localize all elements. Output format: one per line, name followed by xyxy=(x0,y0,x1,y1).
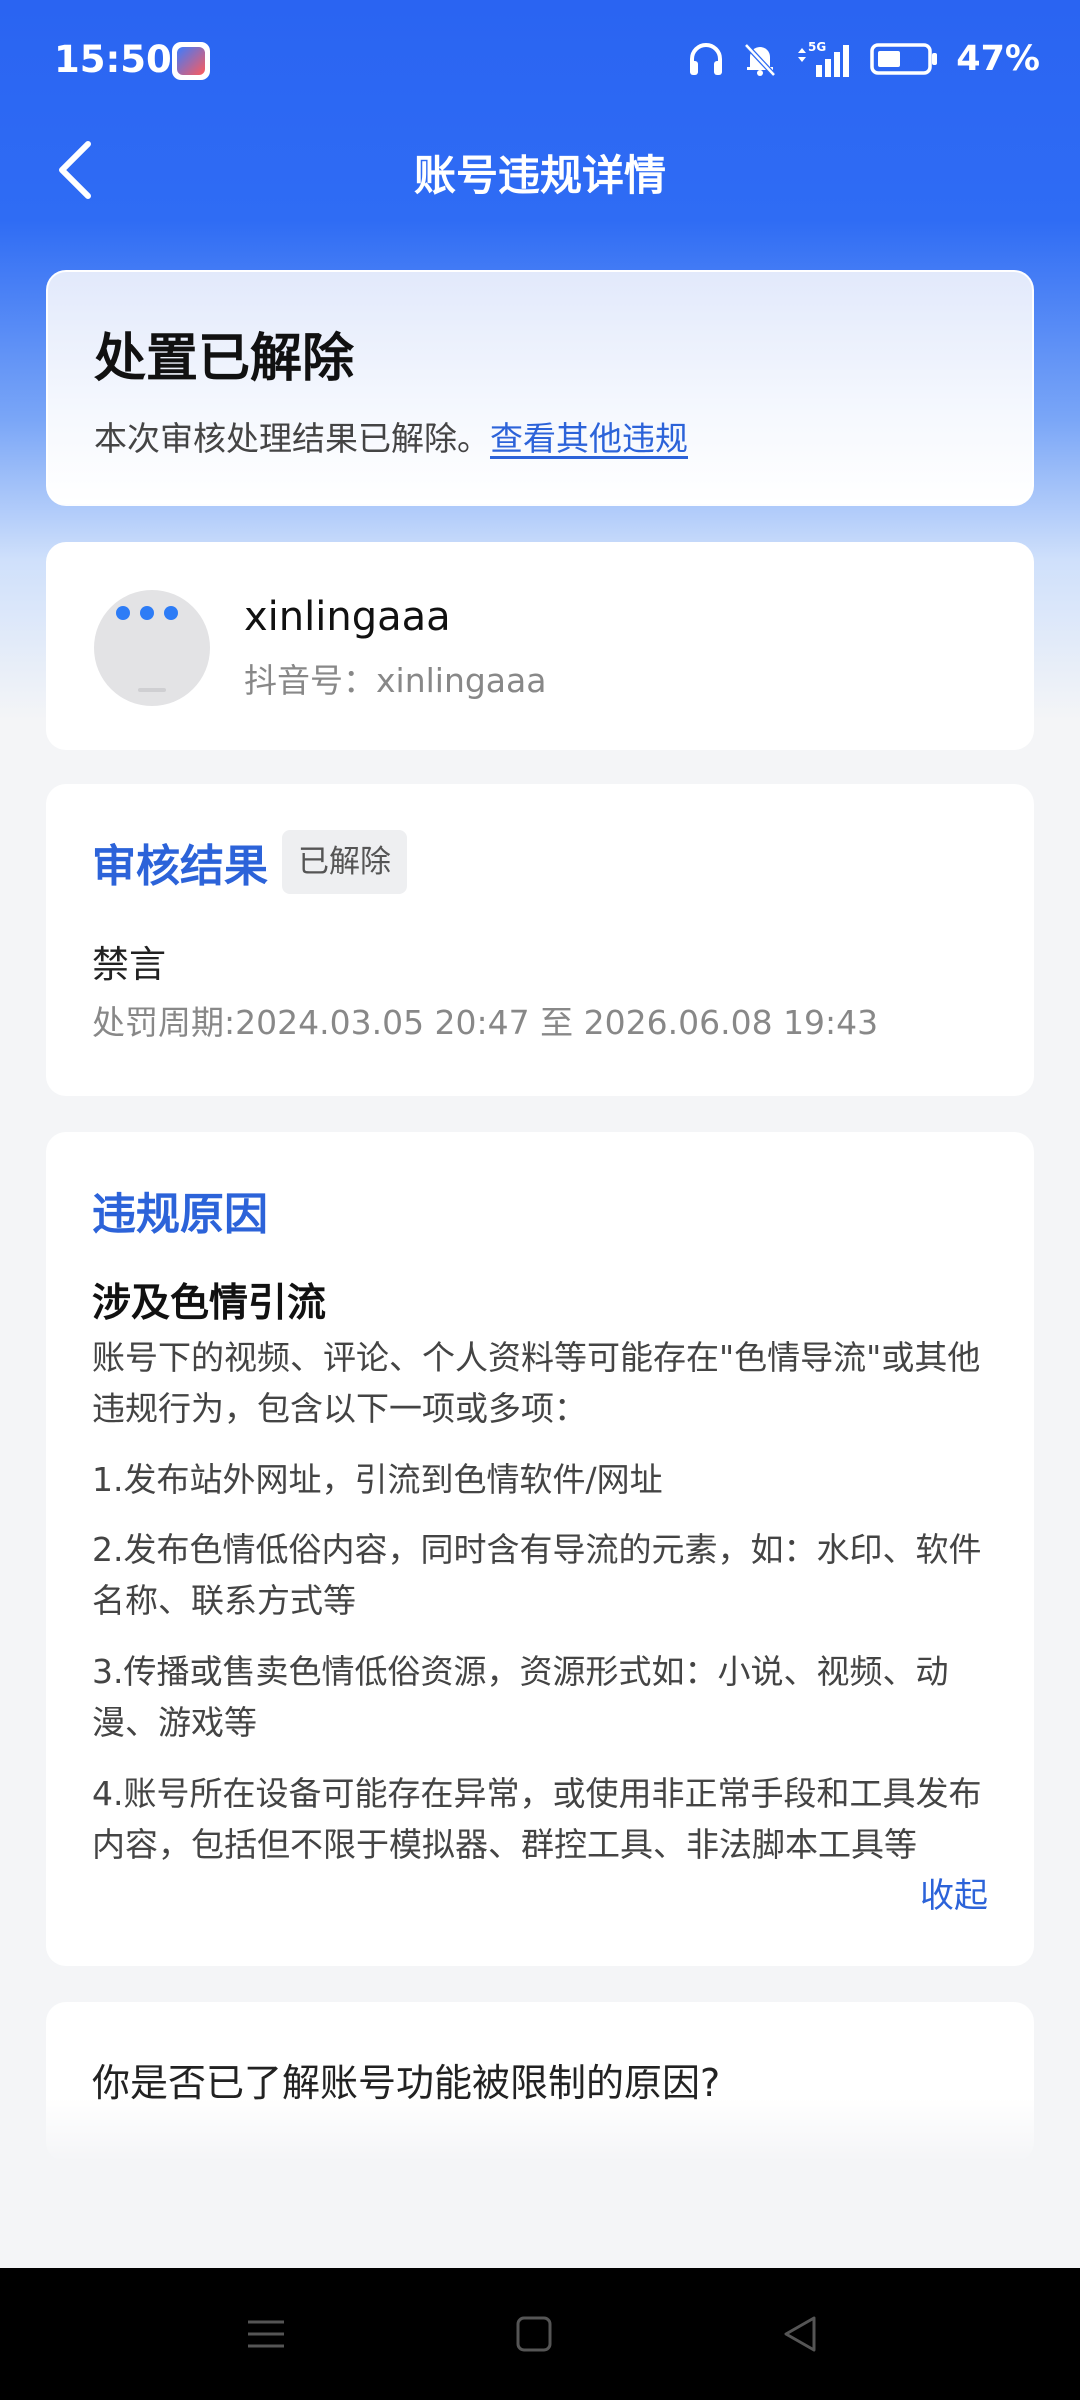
violation-item-4: 4.账号所在设备可能存在异常，或使用非正常手段和工具发布内容，包括但不限于模拟器… xyxy=(92,1774,982,1864)
bell-muted-icon xyxy=(744,43,777,77)
system-nav-bar xyxy=(0,2268,1080,2400)
title-bar: 账号违规详情 xyxy=(0,124,1080,216)
status-icons: 5G 47% xyxy=(686,36,1040,82)
collapse-button[interactable]: 收起 xyxy=(920,1868,988,1917)
signal-5g-icon: 5G xyxy=(798,40,850,77)
svg-text:5G: 5G xyxy=(808,40,826,54)
banner-description: 本次审核处理结果已解除。查看其他违规 xyxy=(94,412,688,460)
page-title: 账号违规详情 xyxy=(413,151,666,200)
banner-title: 处置已解除 xyxy=(94,329,355,389)
battery-percentage: 47% xyxy=(956,39,1040,79)
review-result-card: 审核结果 已解除 禁言 处罚周期:2024.03.05 20:47 至 2026… xyxy=(46,784,1034,1096)
back-triangle-icon[interactable] xyxy=(770,2304,830,2364)
violation-intro: 账号下的视频、评论、个人资料等可能存在"色情导流"或其他违规行为，包含以下一项或… xyxy=(92,1338,981,1428)
question-text: 你是否已了解账号功能被限制的原因? xyxy=(92,2061,721,2105)
violation-reason-title: 违规原因 xyxy=(92,1189,268,1240)
app-notification-icon xyxy=(172,42,210,80)
status-badge: 已解除 xyxy=(282,830,407,894)
battery-icon xyxy=(870,43,938,75)
username: xinlingaaa xyxy=(244,594,451,640)
headphones-icon xyxy=(690,43,723,75)
violation-reason-card: 违规原因 涉及色情引流 账号下的视频、评论、个人资料等可能存在"色情导流"或其他… xyxy=(46,1132,1034,1966)
question-card[interactable]: 你是否已了解账号功能被限制的原因? xyxy=(46,2002,1034,2162)
home-square-icon[interactable] xyxy=(504,2304,564,2364)
status-banner-card: 处置已解除 本次审核处理结果已解除。查看其他违规 xyxy=(46,270,1034,506)
violation-item-3: 3.传播或售卖色情低俗资源，资源形式如：小说、视频、动漫、游戏等 xyxy=(92,1652,949,1742)
penalty-type: 禁言 xyxy=(92,943,166,986)
violation-item-1: 1.发布站外网址，引流到色情软件/网址 xyxy=(92,1460,663,1499)
menu-icon[interactable] xyxy=(236,2304,296,2364)
user-card: xinlingaaa 抖音号：xinlingaaa xyxy=(46,542,1034,750)
penalty-period: 处罚周期:2024.03.05 20:47 至 2026.06.08 19:43 xyxy=(92,1003,879,1042)
status-time: 15:50 xyxy=(54,38,172,81)
violation-category: 涉及色情引流 xyxy=(92,1281,327,1326)
avatar xyxy=(94,590,210,706)
banner-description-text: 本次审核处理结果已解除。 xyxy=(94,419,490,458)
view-other-violations-link[interactable]: 查看其他违规 xyxy=(490,419,688,458)
douyin-id: 抖音号：xinlingaaa xyxy=(244,661,547,700)
review-result-title: 审核结果 xyxy=(92,841,268,892)
violation-item-2: 2.发布色情低俗内容，同时含有导流的元素，如：水印、软件名称、联系方式等 xyxy=(92,1530,982,1620)
status-bar: 15:50 5G 47% xyxy=(0,0,1080,124)
